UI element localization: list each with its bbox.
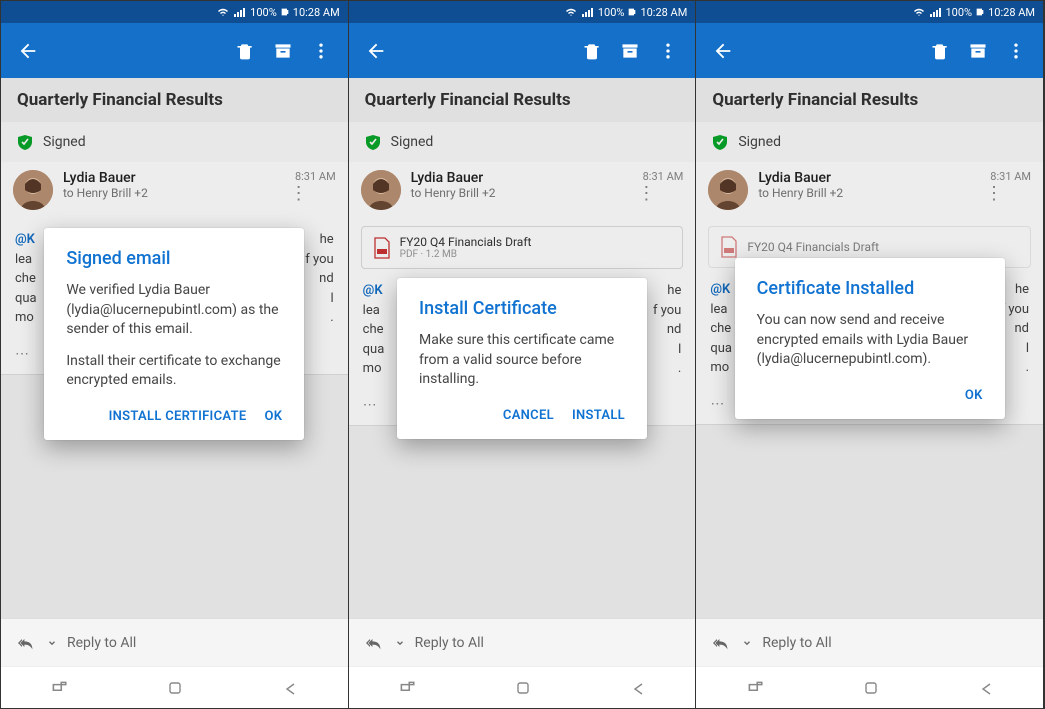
dialog-body-line2: Install their certificate to exchange en… xyxy=(66,352,282,391)
dialog-body: Make sure this certificate came from a v… xyxy=(419,331,625,390)
delete-button[interactable] xyxy=(573,32,611,70)
back-arrow-icon xyxy=(17,40,39,62)
back-button[interactable] xyxy=(9,32,47,70)
dialog-body-line1: We verified Lydia Bauer (lydia@lucernepu… xyxy=(66,281,282,340)
phone-screen-1: 100% 10:28 AM Quarterly Financial Result… xyxy=(1,1,349,708)
archive-button[interactable] xyxy=(611,32,649,70)
install-certificate-button[interactable]: INSTALL CERTIFICATE xyxy=(109,409,247,424)
app-toolbar xyxy=(696,23,1043,78)
certificate-installed-dialog: Certificate Installed You can now send a… xyxy=(735,258,1005,419)
dialog-title: Install Certificate xyxy=(419,298,625,319)
battery-icon xyxy=(976,6,984,18)
nav-back-icon[interactable] xyxy=(630,680,646,696)
signal-icon xyxy=(929,7,942,18)
more-vert-icon xyxy=(1006,41,1026,61)
trash-icon xyxy=(930,41,950,61)
reply-label: Reply to All xyxy=(67,635,136,651)
archive-button[interactable] xyxy=(264,32,302,70)
back-button[interactable] xyxy=(704,32,742,70)
delete-button[interactable] xyxy=(226,32,264,70)
system-nav-bar xyxy=(1,666,348,708)
email-content: Quarterly Financial Results Signed Lydia… xyxy=(1,78,348,668)
archive-icon xyxy=(968,41,988,61)
app-toolbar xyxy=(349,23,696,78)
dialog-title: Certificate Installed xyxy=(757,278,983,299)
back-arrow-icon xyxy=(365,40,387,62)
trash-icon xyxy=(582,41,602,61)
nav-home-icon[interactable] xyxy=(167,680,183,696)
email-content: Quarterly Financial Results Signed Lydia… xyxy=(349,78,696,668)
archive-icon xyxy=(273,41,293,61)
dialog-body: You can now send and receive encrypted e… xyxy=(757,311,983,370)
reply-all-icon xyxy=(363,635,385,651)
back-button[interactable] xyxy=(357,32,395,70)
chevron-down-icon xyxy=(395,638,405,648)
status-time: 10:28 AM xyxy=(988,6,1035,19)
wifi-icon xyxy=(913,6,925,18)
chevron-down-icon xyxy=(742,638,752,648)
archive-icon xyxy=(620,41,640,61)
status-time: 10:28 AM xyxy=(640,6,687,19)
wifi-icon xyxy=(565,6,577,18)
reply-all-icon xyxy=(710,635,732,651)
nav-recent-icon[interactable] xyxy=(50,679,68,697)
signed-email-dialog: Signed email We verified Lydia Bauer (ly… xyxy=(44,228,304,440)
chevron-down-icon xyxy=(47,638,57,648)
status-bar: 100% 10:28 AM xyxy=(1,1,348,23)
more-button[interactable] xyxy=(997,32,1035,70)
archive-button[interactable] xyxy=(959,32,997,70)
system-nav-bar xyxy=(696,666,1043,708)
nav-recent-icon[interactable] xyxy=(746,679,764,697)
battery-percent: 100% xyxy=(946,6,973,19)
status-bar: 100% 10:28 AM xyxy=(349,1,696,23)
battery-icon xyxy=(628,6,636,18)
reply-bar[interactable]: Reply to All xyxy=(696,618,1043,666)
phone-screen-3: 100% 10:28 AM Quarterly Financial Result… xyxy=(696,1,1044,708)
signal-icon xyxy=(233,7,246,18)
status-bar: 100% 10:28 AM xyxy=(696,1,1043,23)
ok-button[interactable]: OK xyxy=(965,388,983,403)
nav-back-icon[interactable] xyxy=(978,680,994,696)
more-button[interactable] xyxy=(649,32,687,70)
more-vert-icon xyxy=(658,41,678,61)
nav-home-icon[interactable] xyxy=(515,680,531,696)
reply-label: Reply to All xyxy=(415,635,484,651)
email-content: Quarterly Financial Results Signed Lydia… xyxy=(696,78,1043,668)
signal-icon xyxy=(581,7,594,18)
reply-bar[interactable]: Reply to All xyxy=(1,618,348,666)
nav-recent-icon[interactable] xyxy=(398,679,416,697)
cancel-button[interactable]: CANCEL xyxy=(503,408,554,423)
more-button[interactable] xyxy=(302,32,340,70)
reply-all-icon xyxy=(15,635,37,651)
system-nav-bar xyxy=(349,666,696,708)
more-vert-icon xyxy=(311,41,331,61)
battery-percent: 100% xyxy=(598,6,625,19)
phone-screen-2: 100% 10:28 AM Quarterly Financial Result… xyxy=(349,1,697,708)
trash-icon xyxy=(235,41,255,61)
dialog-title: Signed email xyxy=(66,248,282,269)
reply-bar[interactable]: Reply to All xyxy=(349,618,696,666)
install-button[interactable]: INSTALL xyxy=(572,408,625,423)
install-certificate-dialog: Install Certificate Make sure this certi… xyxy=(397,278,647,439)
battery-percent: 100% xyxy=(250,6,277,19)
wifi-icon xyxy=(217,6,229,18)
ok-button[interactable]: OK xyxy=(265,409,283,424)
app-toolbar xyxy=(1,23,348,78)
status-time: 10:28 AM xyxy=(293,6,340,19)
reply-label: Reply to All xyxy=(762,635,831,651)
delete-button[interactable] xyxy=(921,32,959,70)
nav-back-icon[interactable] xyxy=(282,680,298,696)
nav-home-icon[interactable] xyxy=(863,680,879,696)
back-arrow-icon xyxy=(712,40,734,62)
battery-icon xyxy=(281,6,289,18)
